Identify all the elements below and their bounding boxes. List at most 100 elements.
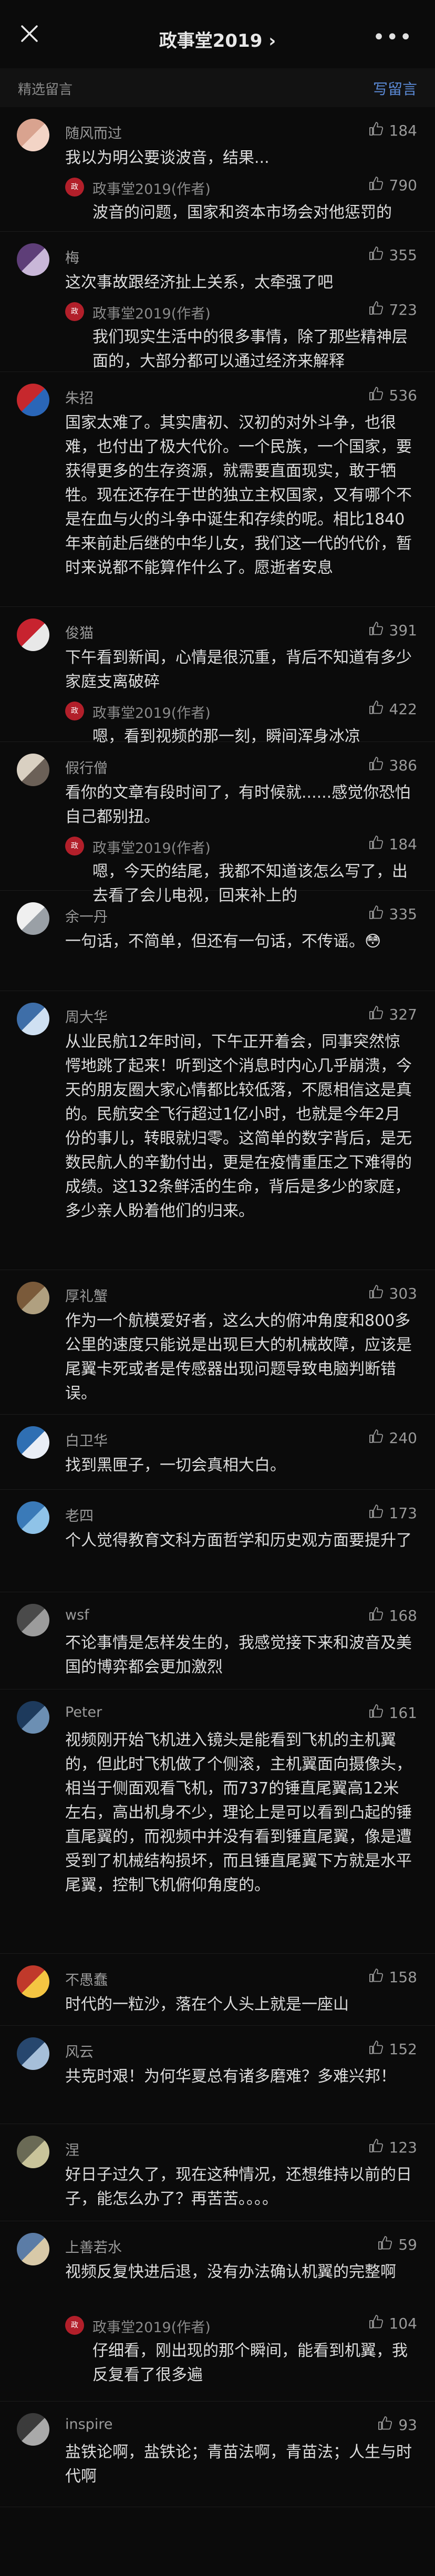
thumb-up-icon	[368, 756, 384, 775]
thumb-up-icon	[368, 1606, 384, 1625]
comment-item[interactable]: wsf 168 不论事情是怎样发生的，我感觉接下来和波音及美国的博弈都会更加激烈	[0, 1592, 435, 1689]
reply-author-name: 政事堂2019(作者)	[92, 705, 211, 722]
commenter-name: 朱招	[65, 390, 94, 407]
commenter-name: 俊猫	[65, 625, 94, 642]
comment-text: 一句话，不简单，但还有一句话，不传谣。😳	[65, 932, 381, 951]
like-button[interactable]: 391	[368, 621, 417, 640]
like-count: 93	[398, 2416, 417, 2434]
comment-item[interactable]: 不愚蠢 158 时代的一粒沙，落在个人头上就是一座山	[0, 1954, 435, 2026]
comment-item[interactable]: 上善若水 59 视频反复快进后退，没有办法确认机翼的完整啊 政 政事堂2019(…	[0, 2221, 435, 2402]
author-avatar: 政	[65, 2316, 84, 2335]
comment-text: 个人觉得教育文科方面哲学和历史观方面要提升了	[65, 1531, 412, 1550]
reply-author-name: 政事堂2019(作者)	[92, 306, 211, 322]
comment-item[interactable]: Peter 161 视频刚开始飞机进入镜头是能看到飞机的主机翼的，但此时飞机做了…	[0, 1689, 435, 1954]
avatar[interactable]	[17, 119, 49, 151]
reply-like-button[interactable]: 790	[368, 176, 417, 195]
like-button[interactable]: 536	[368, 386, 417, 405]
avatar[interactable]	[17, 1501, 49, 1534]
like-button[interactable]: 158	[368, 1967, 417, 1987]
avatar[interactable]	[17, 384, 49, 416]
reply-like-button[interactable]: 723	[368, 300, 417, 320]
thumb-up-icon	[368, 121, 384, 140]
reply-like-button[interactable]: 104	[368, 2314, 417, 2333]
page-title[interactable]: 政事堂2019 ›	[0, 26, 435, 52]
comment-text: 下午看到新闻，心情是很沉重，背后不知道有多少家庭支离破碎	[65, 648, 412, 691]
avatar[interactable]	[17, 1965, 49, 1998]
like-count: 335	[389, 905, 417, 923]
like-button[interactable]: 152	[368, 2039, 417, 2059]
comment-item[interactable]: 风云 152 共克时艰！为何华夏总有诸多磨难？多难兴邦！	[0, 2026, 435, 2124]
comment-item[interactable]: 随风而过 184 我以为明公要谈波音，结果... 政 政事堂2019(作者) 7…	[0, 107, 435, 232]
reply-like-count: 790	[389, 177, 417, 194]
comment-item[interactable]: 余一丹 335 一句话，不简单，但还有一句话，不传谣。😳	[0, 891, 435, 991]
like-count: 327	[389, 1006, 417, 1023]
commenter-name: 风云	[65, 2044, 94, 2060]
thumb-up-icon	[368, 699, 384, 719]
avatar[interactable]	[17, 754, 49, 786]
reply-like-count: 422	[389, 700, 417, 718]
like-button[interactable]: 335	[368, 904, 417, 924]
avatar[interactable]	[17, 902, 49, 935]
avatar[interactable]	[17, 2136, 49, 2168]
avatar[interactable]	[17, 2233, 49, 2265]
avatar[interactable]	[17, 2413, 49, 2446]
thumb-up-icon	[377, 2415, 393, 2435]
like-button[interactable]: 303	[368, 1284, 417, 1303]
comment-item[interactable]: 梅 355 这次事故跟经济扯上关系，太牵强了吧 政 政事堂2019(作者) 72…	[0, 232, 435, 372]
comment-item[interactable]: 涅 123 好日子过久了，现在这种情况，还想维持以前的日子，能怎么办了？再苦苦。…	[0, 2124, 435, 2221]
commenter-name: 余一丹	[65, 909, 108, 925]
avatar[interactable]	[17, 1282, 49, 1314]
like-button[interactable]: 123	[368, 2138, 417, 2157]
commenter-name: 假行僧	[65, 760, 108, 777]
like-button[interactable]: 240	[368, 1428, 417, 1448]
like-button[interactable]: 59	[377, 2235, 417, 2254]
avatar[interactable]	[17, 2037, 49, 2070]
like-button[interactable]: 184	[368, 121, 417, 140]
like-button[interactable]: 168	[368, 1606, 417, 1625]
like-button[interactable]: 355	[368, 245, 417, 265]
comment-item[interactable]: inspire 93 盐铁论啊，盐铁论；青苗法啊，青苗法；人生与时代啊	[0, 2402, 435, 2507]
more-icon[interactable]: •••	[372, 25, 413, 49]
like-button[interactable]: 161	[368, 1703, 417, 1723]
comment-item[interactable]: 假行僧 386 看你的文章有段时间了，有时候就......感觉你恐怕自己都别扭。…	[0, 742, 435, 905]
avatar[interactable]	[17, 1604, 49, 1636]
like-button[interactable]: 93	[377, 2415, 417, 2435]
like-count: 161	[389, 1704, 417, 1722]
comment-item[interactable]: 俊猫 391 下午看到新闻，心情是很沉重，背后不知道有多少家庭支离破碎 政 政事…	[0, 607, 435, 746]
like-button[interactable]: 327	[368, 1005, 417, 1024]
like-count: 59	[398, 2236, 417, 2253]
avatar[interactable]	[17, 1003, 49, 1035]
reply-like-button[interactable]: 422	[368, 699, 417, 719]
like-button[interactable]: 386	[368, 756, 417, 775]
comment-item[interactable]: 朱招 536 国家太难了。其实唐初、汉初的对外斗争，也很难，也付出了极大代价。一…	[0, 372, 435, 607]
comment-text: 找到黑匣子，一切会真相大白。	[65, 1456, 286, 1475]
avatar[interactable]	[17, 619, 49, 651]
write-comment-button[interactable]: 写留言	[373, 78, 417, 99]
like-count: 184	[389, 122, 417, 139]
commenter-name: 上善若水	[65, 2240, 122, 2256]
like-button[interactable]: 173	[368, 1503, 417, 1523]
thumb-up-icon	[368, 1428, 384, 1448]
comment-item[interactable]: 厚礼蟹 303 作为一个航模爱好者，这么大的俯冲角度和800多公里的速度只能说是…	[0, 1270, 435, 1415]
comment-item[interactable]: 白卫华 240 找到黑匣子，一切会真相大白。	[0, 1415, 435, 1490]
thumb-up-icon	[368, 1284, 384, 1303]
top-nav: 政事堂2019 › •••	[0, 0, 435, 69]
commenter-name: 梅	[65, 250, 79, 266]
reply-author-name: 政事堂2019(作者)	[92, 181, 211, 198]
comment-item[interactable]: 老四 173 个人觉得教育文科方面哲学和历史观方面要提升了	[0, 1490, 435, 1592]
avatar[interactable]	[17, 1426, 49, 1459]
like-count: 355	[389, 246, 417, 264]
reply-like-button[interactable]: 184	[368, 834, 417, 854]
comment-text: 从业民航12年时间，下午正开着会，同事突然惊愕地跳了起来！听到这个消息时内心几乎…	[65, 1033, 412, 1220]
thumb-up-icon	[368, 1703, 384, 1723]
thumb-up-icon	[377, 2235, 393, 2254]
reply-author-name: 政事堂2019(作者)	[92, 2320, 211, 2336]
avatar[interactable]	[17, 243, 49, 276]
comment-text: 国家太难了。其实唐初、汉初的对外斗争，也很难，也付出了极大代价。一个民族，一个国…	[65, 414, 412, 577]
thumb-up-icon	[368, 834, 384, 854]
like-count: 173	[389, 1505, 417, 1522]
comment-item[interactable]: 周大华 327 从业民航12年时间，下午正开着会，同事突然惊愕地跳了起来！听到这…	[0, 991, 435, 1270]
section-bar: 精选留言 写留言	[0, 68, 435, 107]
avatar[interactable]	[17, 1701, 49, 1734]
commenter-name: 老四	[65, 1508, 94, 1524]
